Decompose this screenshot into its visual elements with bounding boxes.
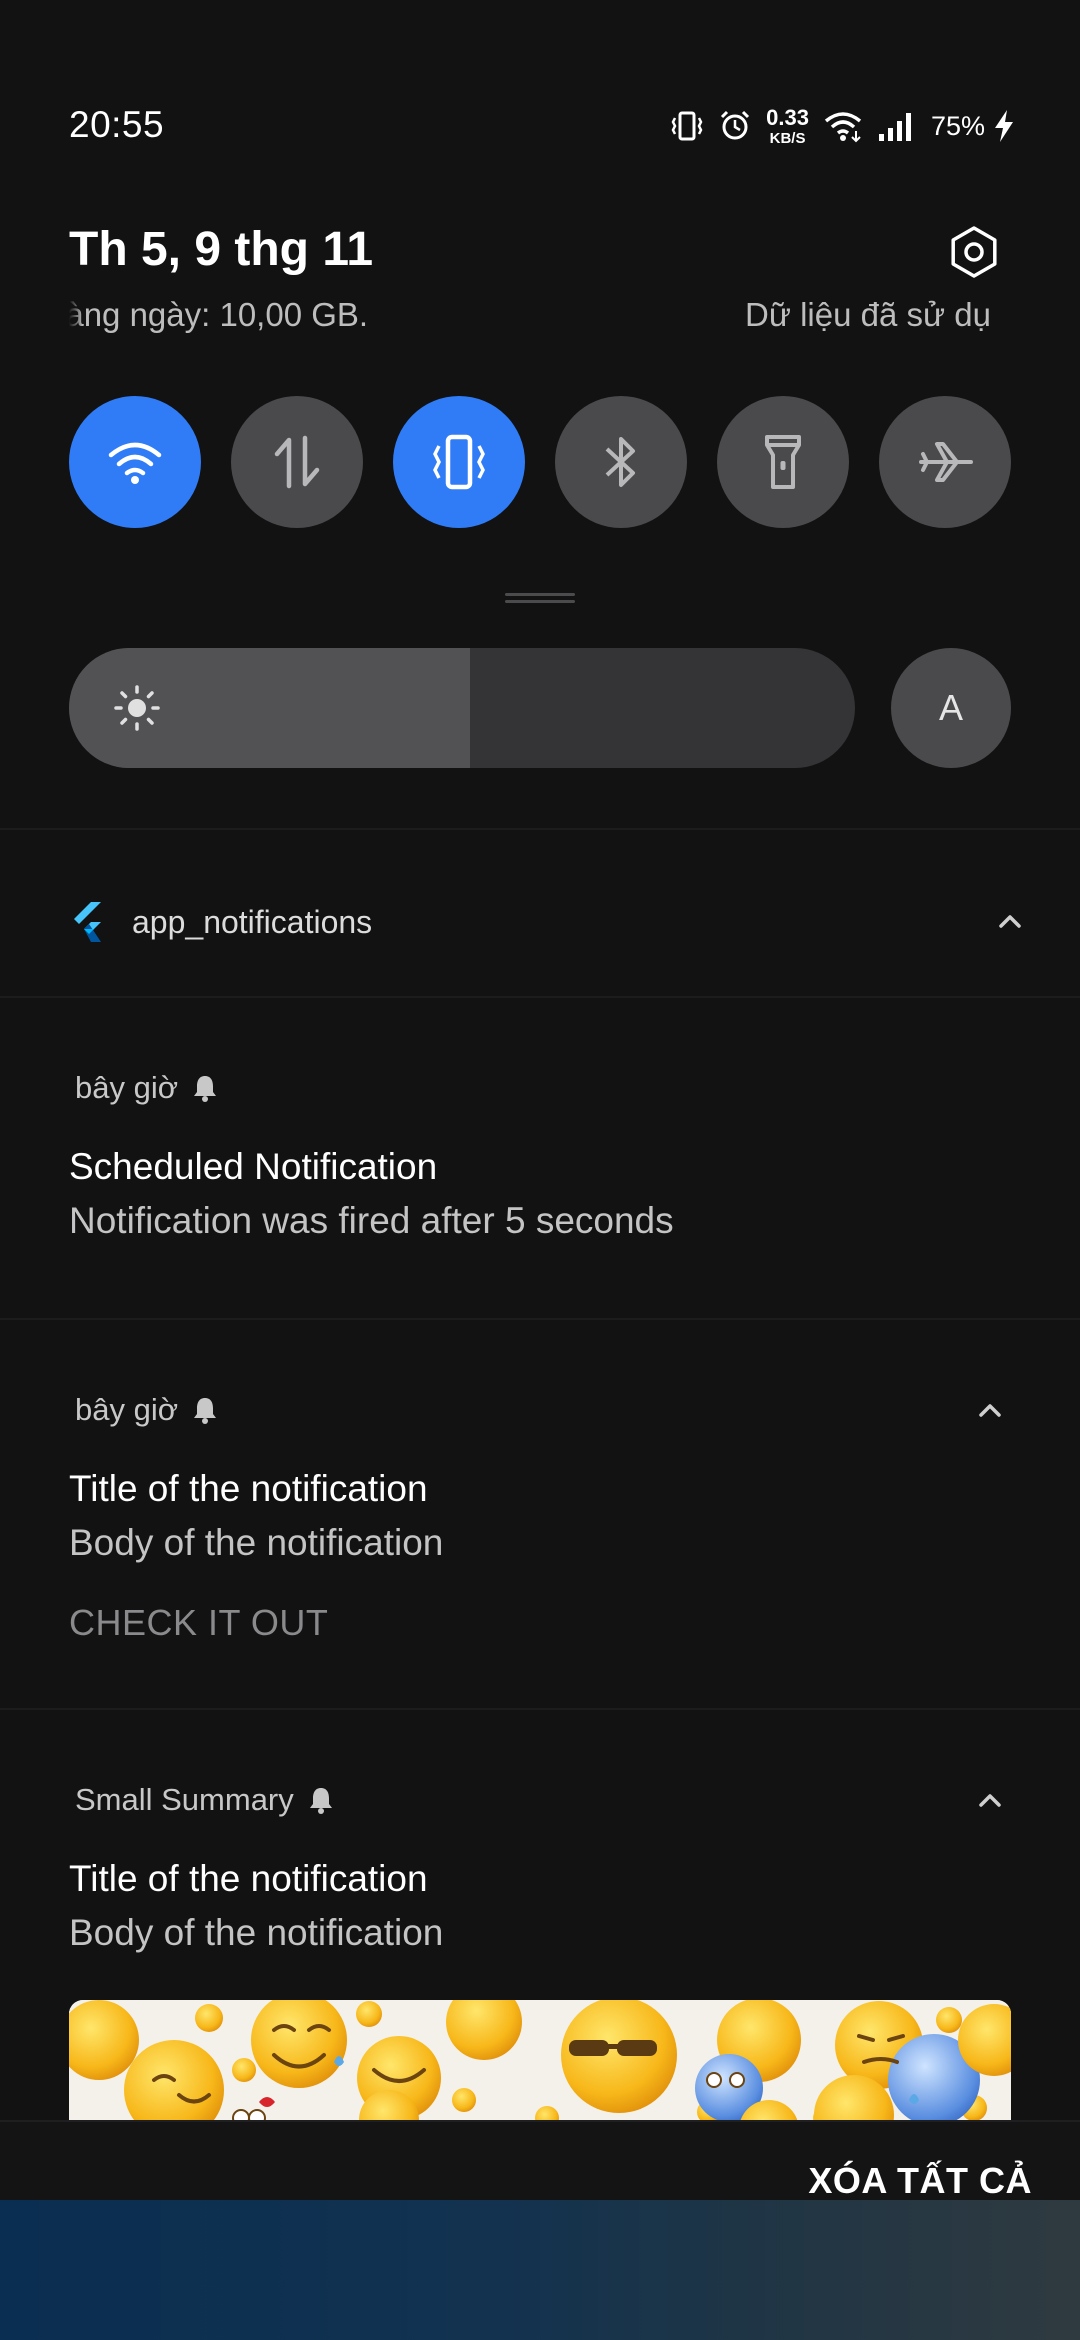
gear-icon [951,226,997,278]
network-speed-value: 0.33 [766,104,809,130]
data-usage-right: Dữ liệu đã sử dụ [745,296,991,333]
notification-body: Body of the notification [69,1912,444,1953]
bell-icon [309,1788,332,1814]
vibrate-icon [433,434,485,490]
airplane-toggle[interactable] [879,396,1011,528]
notification-meta: bây giờ [75,1070,218,1106]
fade-left [69,296,83,340]
settings-button[interactable] [944,222,1004,282]
mobile-data-toggle[interactable] [231,396,363,528]
date-label[interactable]: Th 5, 9 thg 11 [69,222,373,277]
notification-image[interactable] [69,2000,1011,2125]
sun-icon [114,685,160,731]
notification-meta: Small Summary [75,1782,334,1818]
brightness-slider[interactable] [69,648,855,768]
chevron-up-icon[interactable] [975,1786,1005,1816]
wifi-icon [108,442,162,484]
divider [0,1318,1080,1320]
bluetooth-toggle[interactable] [555,396,687,528]
bluetooth-icon [605,437,635,487]
clear-all-button[interactable]: XÓA TẤT CẢ [808,2160,1032,2202]
charging-bolt-icon [993,109,1015,143]
status-icons: 0.33 KB/S 75% [670,104,1015,148]
wifi-icon [823,109,863,143]
wifi-toggle[interactable] [69,396,201,528]
wallpaper [0,2200,1080,2340]
emoji-collage-image [69,2000,1011,2125]
drag-handle[interactable] [505,593,575,603]
airplane-icon [919,442,973,482]
fade-right [991,296,1009,340]
data-usage-ticker: hàng ngày: 10,00 GB. Dữ liệu đã sử dụ [69,296,1009,340]
status-bar: 20:55 0.33 KB/S 75% [69,98,1015,154]
notification-meta: bây giờ [75,1392,218,1428]
flashlight-toggle[interactable] [717,396,849,528]
divider [0,996,1080,998]
data-arrows-icon [274,435,320,489]
notification-time: bây giờ [75,1070,179,1105]
notification-card[interactable]: Small Summary Title of the notification … [69,1782,1015,1982]
bell-icon [194,1398,217,1424]
data-usage-left: hàng ngày: 10,00 GB. [69,296,369,333]
vibrate-icon [670,109,704,143]
notification-time: bây giờ [75,1392,179,1427]
network-speed-unit: KB/S [769,129,806,147]
signal-icon [877,110,917,142]
quick-toggles [69,396,1011,528]
notification-card[interactable]: bây giờ Title of the notification Body o… [69,1392,1015,1662]
notification-title: Title of the notification [69,1858,428,1899]
divider [0,828,1080,830]
clock: 20:55 [69,104,165,145]
chevron-up-icon[interactable] [975,1396,1005,1426]
battery-percent: 75% [930,110,985,141]
bell-icon [194,1076,217,1102]
vibrate-toggle[interactable] [393,396,525,528]
network-speed: 0.33 KB/S [766,104,809,147]
notification-body: Notification was fired after 5 seconds [69,1200,674,1241]
flutter-app-icon [74,902,101,942]
chevron-up-icon[interactable] [995,907,1025,937]
app-name: app_notifications [132,904,373,940]
notification-shade: 20:55 0.33 KB/S 75% Th 5, 9 thg 11 hàng … [0,0,1080,2242]
app-group-header[interactable]: app_notifications [69,896,1021,948]
divider [0,1708,1080,1710]
notification-title: Title of the notification [69,1468,428,1509]
notification-body: Body of the notification [69,1522,444,1563]
notification-card[interactable]: bây giờ Scheduled Notification Notificat… [69,1070,1015,1250]
auto-brightness-button[interactable]: A [891,648,1011,768]
notification-summary: Small Summary [75,1782,294,1817]
flashlight-icon [765,435,801,489]
notification-title: Scheduled Notification [69,1146,438,1187]
check-it-out-button[interactable]: CHECK IT OUT [69,1602,328,1644]
alarm-icon [718,109,752,143]
